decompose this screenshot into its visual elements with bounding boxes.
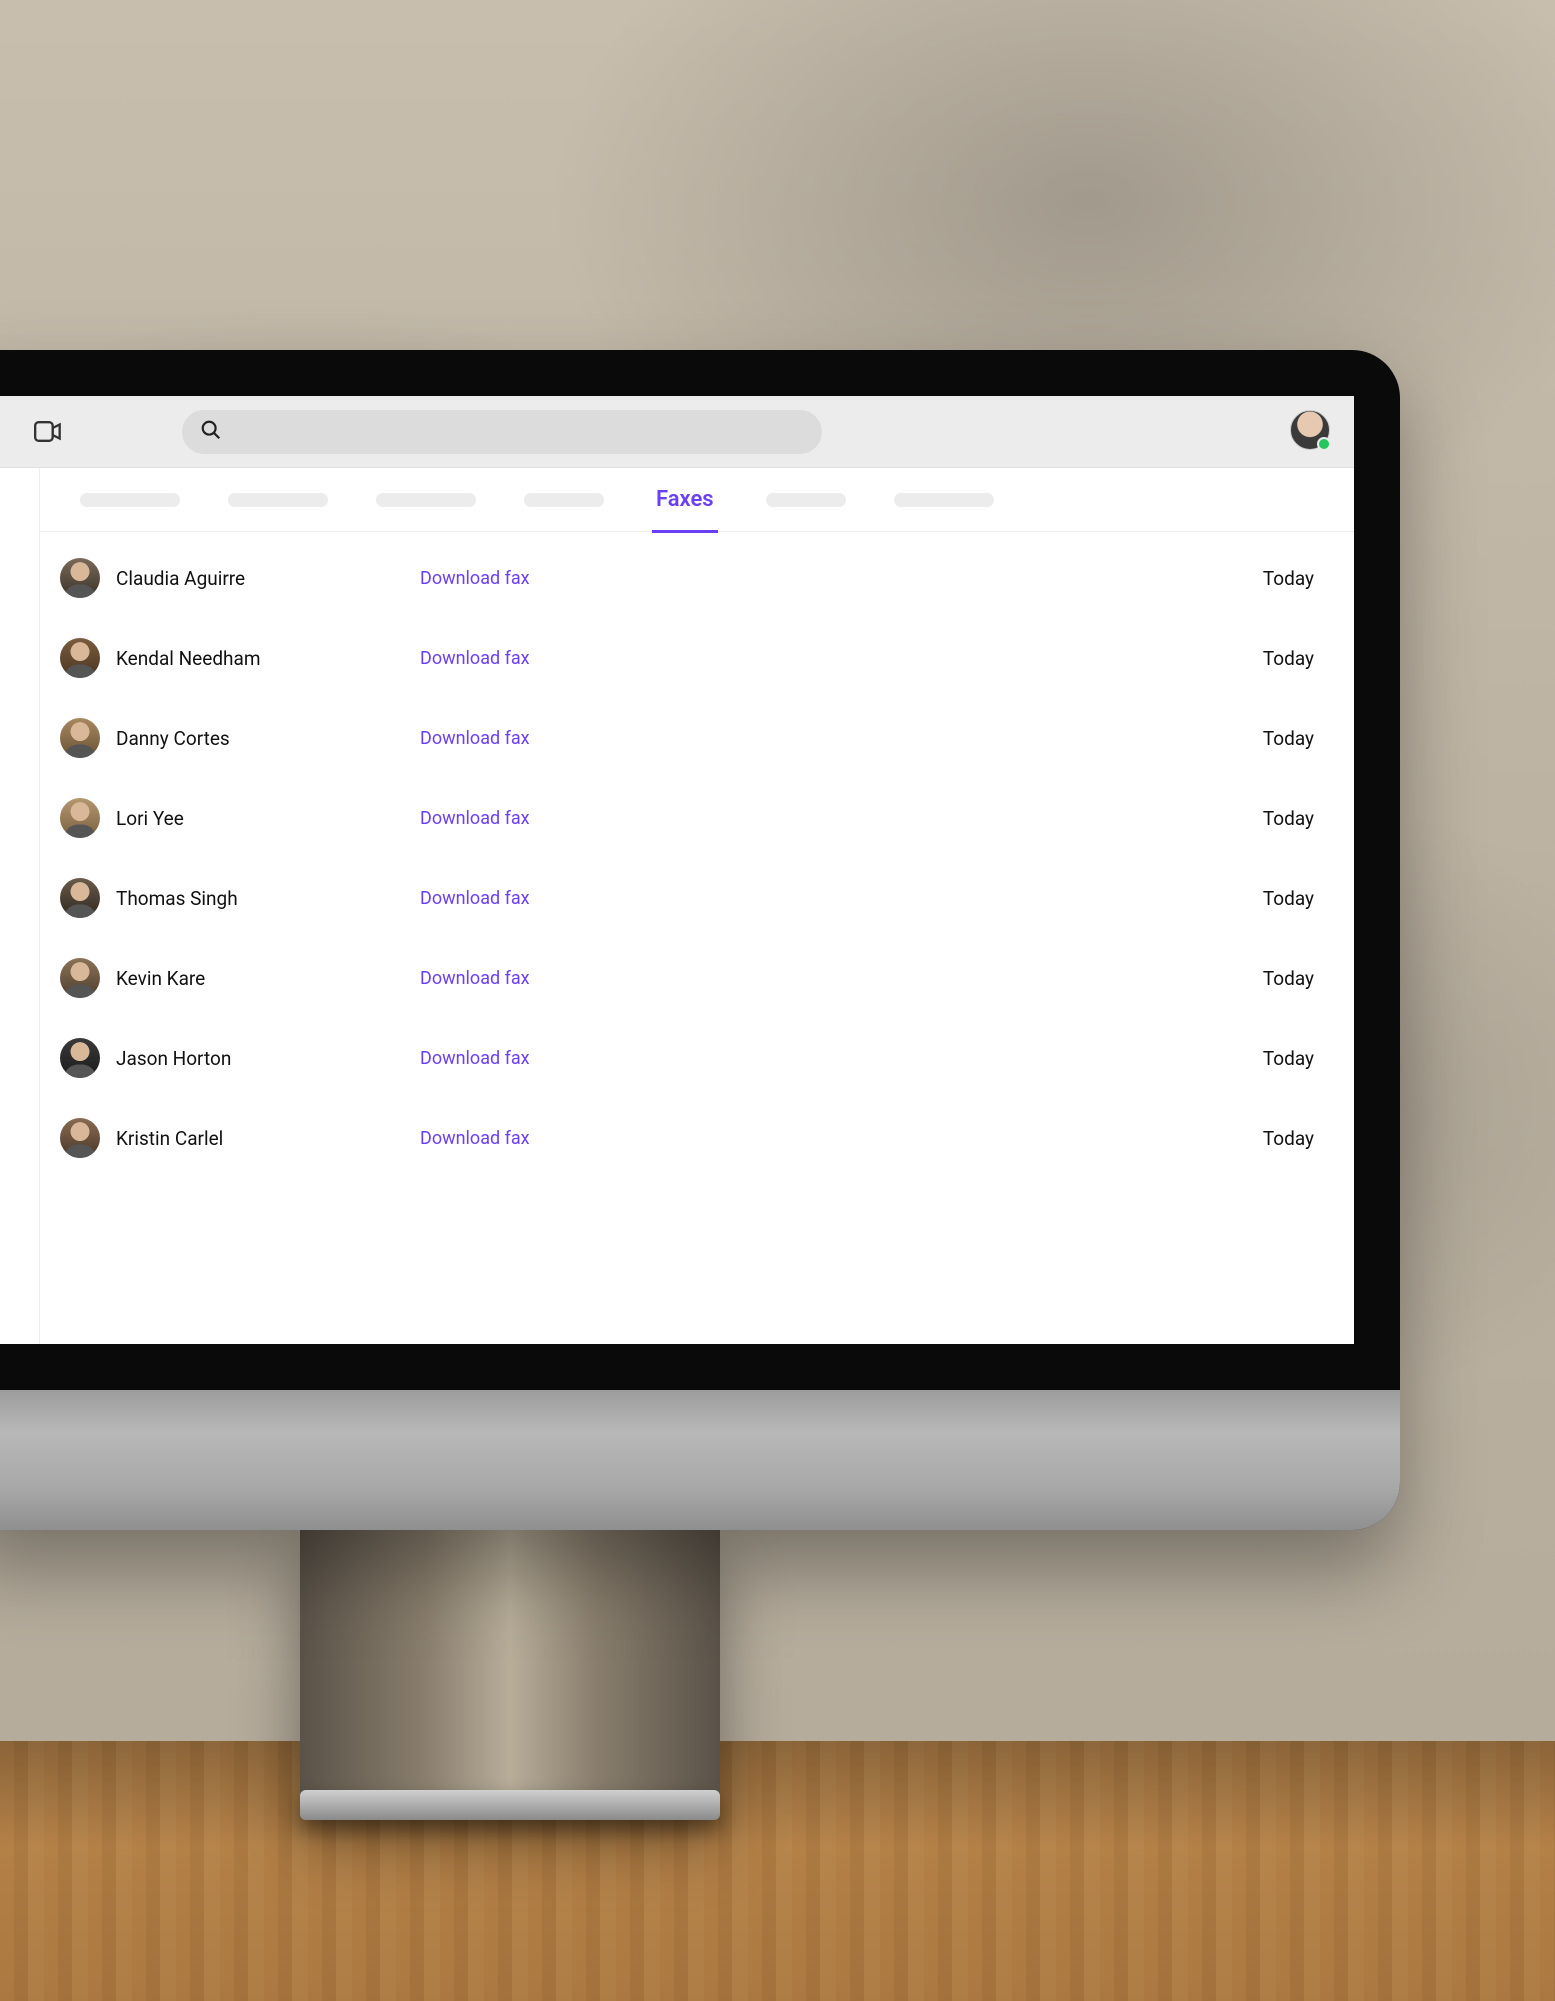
desk-surface — [0, 1741, 1555, 2001]
fax-sender: Kendal Needham — [60, 638, 420, 678]
tabs-row: Faxes — [40, 468, 1354, 532]
fax-row[interactable]: Thomas Singh Download fax Today — [40, 858, 1354, 938]
sender-avatar — [60, 558, 100, 598]
monitor-stand-foot — [300, 1790, 720, 1820]
sender-avatar — [60, 1038, 100, 1078]
sender-avatar — [60, 638, 100, 678]
tab-placeholder[interactable] — [80, 493, 180, 507]
tab-placeholder[interactable] — [228, 493, 328, 507]
current-user-avatar[interactable] — [1290, 410, 1330, 450]
fax-time: Today — [1164, 567, 1324, 590]
download-fax-link[interactable]: Download fax — [420, 1048, 1164, 1069]
fax-row[interactable]: Claudia Aguirre Download fax Today — [40, 538, 1354, 618]
fax-row[interactable]: Danny Cortes Download fax Today — [40, 698, 1354, 778]
download-fax-link[interactable]: Download fax — [420, 1128, 1164, 1149]
fax-time: Today — [1164, 1127, 1324, 1150]
download-fax-link[interactable]: Download fax — [420, 728, 1164, 749]
tab-placeholder[interactable] — [766, 493, 846, 507]
app-header — [0, 396, 1354, 468]
tab-placeholder[interactable] — [524, 493, 604, 507]
presence-indicator-online — [1317, 437, 1331, 451]
tab-placeholder[interactable] — [894, 493, 994, 507]
sender-avatar — [60, 1118, 100, 1158]
fax-list: Claudia Aguirre Download fax Today Kenda… — [40, 532, 1354, 1344]
monitor-stand-neck — [300, 1530, 720, 1810]
sender-avatar — [60, 958, 100, 998]
fax-time: Today — [1164, 967, 1324, 990]
app-screen: Faxes Claudia Aguirre Download fax Today — [0, 396, 1354, 1344]
sender-avatar — [60, 718, 100, 758]
fax-sender: Kevin Kare — [60, 958, 420, 998]
sender-name: Thomas Singh — [116, 887, 238, 910]
fax-sender: Kristin Carlel — [60, 1118, 420, 1158]
fax-sender: Jason Horton — [60, 1038, 420, 1078]
fax-sender: Thomas Singh — [60, 878, 420, 918]
fax-time: Today — [1164, 807, 1324, 830]
sender-name: Kristin Carlel — [116, 1127, 223, 1150]
fax-time: Today — [1164, 1047, 1324, 1070]
sender-name: Lori Yee — [116, 807, 184, 830]
download-fax-link[interactable]: Download fax — [420, 808, 1164, 829]
fax-sender: Claudia Aguirre — [60, 558, 420, 598]
sender-name: Claudia Aguirre — [116, 567, 245, 590]
search-field[interactable] — [182, 410, 822, 454]
sender-name: Kevin Kare — [116, 967, 205, 990]
fax-sender: Danny Cortes — [60, 718, 420, 758]
left-nav-rail — [0, 468, 40, 1344]
monitor-chin — [0, 1390, 1400, 1530]
fax-row[interactable]: Kendal Needham Download fax Today — [40, 618, 1354, 698]
tab-faxes[interactable]: Faxes — [652, 469, 718, 533]
download-fax-link[interactable]: Download fax — [420, 968, 1164, 989]
fax-time: Today — [1164, 887, 1324, 910]
sender-avatar — [60, 878, 100, 918]
download-fax-link[interactable]: Download fax — [420, 648, 1164, 669]
fax-row[interactable]: Kristin Carlel Download fax Today — [40, 1098, 1354, 1178]
app-body: Faxes Claudia Aguirre Download fax Today — [0, 468, 1354, 1344]
sender-name: Kendal Needham — [116, 647, 261, 670]
fax-row[interactable]: Kevin Kare Download fax Today — [40, 938, 1354, 1018]
fax-time: Today — [1164, 727, 1324, 750]
fax-row[interactable]: Jason Horton Download fax Today — [40, 1018, 1354, 1098]
search-input[interactable] — [232, 421, 804, 442]
tab-placeholder[interactable] — [376, 493, 476, 507]
fax-sender: Lori Yee — [60, 798, 420, 838]
video-icon[interactable] — [34, 421, 62, 443]
fax-time: Today — [1164, 647, 1324, 670]
monitor-frame: Faxes Claudia Aguirre Download fax Today — [0, 350, 1400, 1530]
download-fax-link[interactable]: Download fax — [420, 568, 1164, 589]
sender-name: Jason Horton — [116, 1047, 231, 1070]
search-icon — [200, 419, 222, 445]
download-fax-link[interactable]: Download fax — [420, 888, 1164, 909]
sender-avatar — [60, 798, 100, 838]
content-pane: Faxes Claudia Aguirre Download fax Today — [40, 468, 1354, 1344]
sender-name: Danny Cortes — [116, 727, 230, 750]
fax-row[interactable]: Lori Yee Download fax Today — [40, 778, 1354, 858]
